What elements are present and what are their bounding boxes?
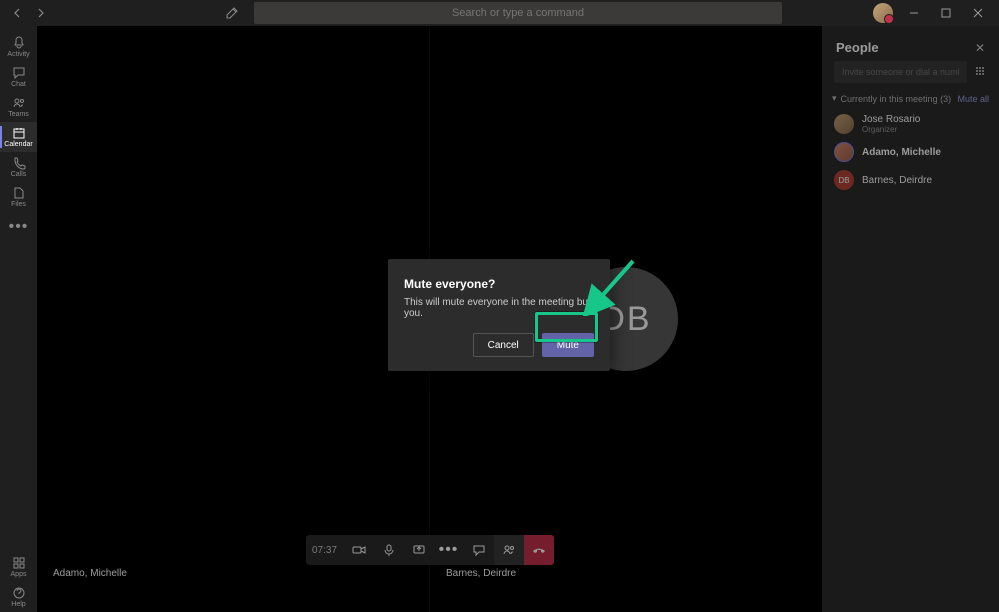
files-icon (12, 186, 26, 200)
rail-more[interactable]: ••• (0, 212, 37, 242)
rail-activity[interactable]: Activity (0, 32, 37, 62)
more-icon: ••• (9, 218, 29, 236)
rail-calls[interactable]: Calls (0, 152, 37, 182)
rail-label: Chat (11, 81, 26, 88)
app-rail: Activity Chat Teams Calendar Calls Files… (0, 26, 37, 612)
window-minimize-button[interactable] (903, 2, 925, 24)
rail-label: Files (11, 201, 26, 208)
nav-forward-icon[interactable] (30, 3, 50, 23)
help-icon (12, 586, 26, 600)
rail-label: Help (11, 601, 25, 608)
mute-confirm-button[interactable]: Mute (542, 333, 594, 357)
rail-apps[interactable]: Apps (0, 552, 37, 582)
compose-icon[interactable] (220, 1, 244, 25)
window-maximize-button[interactable] (935, 2, 957, 24)
cancel-button[interactable]: Cancel (473, 333, 534, 357)
title-bar (0, 0, 999, 26)
nav-back-icon[interactable] (8, 3, 28, 23)
bell-icon (12, 36, 26, 50)
calendar-icon (12, 126, 26, 140)
rail-chat[interactable]: Chat (0, 62, 37, 92)
user-avatar[interactable] (873, 3, 893, 23)
rail-label: Activity (7, 51, 29, 58)
phone-icon (12, 156, 26, 170)
rail-label: Teams (8, 111, 29, 118)
mute-everyone-dialog: Mute everyone? This will mute everyone i… (388, 259, 610, 371)
window-close-button[interactable] (967, 2, 989, 24)
apps-icon (12, 556, 26, 570)
chat-icon (12, 66, 26, 80)
rail-label: Calendar (4, 141, 32, 148)
rail-files[interactable]: Files (0, 182, 37, 212)
rail-calendar[interactable]: Calendar (0, 122, 37, 152)
rail-label: Calls (11, 171, 27, 178)
search-input[interactable] (254, 2, 782, 24)
dialog-body: This will mute everyone in the meeting b… (404, 297, 594, 319)
rail-label: Apps (11, 571, 27, 578)
rail-teams[interactable]: Teams (0, 92, 37, 122)
rail-help[interactable]: Help (0, 582, 37, 612)
teams-icon (12, 96, 26, 110)
dialog-title: Mute everyone? (404, 277, 594, 291)
